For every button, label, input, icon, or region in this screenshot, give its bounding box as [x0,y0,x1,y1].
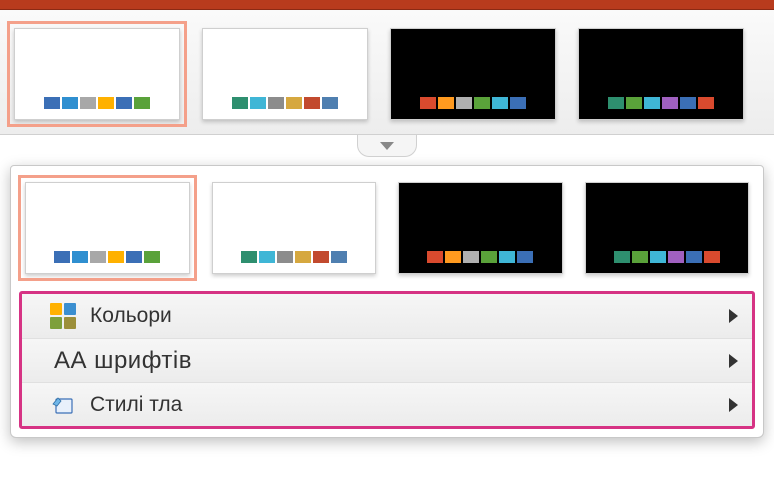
color-swatch [304,97,320,109]
color-swatch [481,251,497,263]
color-swatch [80,97,96,109]
ribbon-variant-0[interactable] [14,28,180,120]
chevron-right-icon [729,354,738,368]
menu-item-fonts-label: АА шрифтів [54,347,729,375]
color-swatch [492,97,508,109]
dropdown-variant-2[interactable] [398,182,563,274]
variants-expand-button[interactable] [357,135,417,157]
color-swatch [463,251,479,263]
color-swatch [90,251,106,263]
dropdown-variant-0[interactable] [25,182,190,274]
color-swatch [626,97,642,109]
color-swatch [98,97,114,109]
color-swatch-row [44,97,150,109]
color-swatch [427,251,443,263]
color-swatch [322,97,338,109]
color-swatch [614,251,630,263]
menu-item-colors-label: Кольори [90,304,729,328]
color-swatch [232,97,248,109]
variants-submenu-highlight: Кольори АА шрифтів Стилі тла [19,291,755,429]
color-swatch [644,97,660,109]
menu-item-bg-label: Стилі тла [90,393,729,417]
color-swatch [704,251,720,263]
color-swatch [134,97,150,109]
color-swatch-row [427,251,533,263]
color-swatch [680,97,696,109]
color-swatch [62,97,78,109]
colors-icon-swatch [50,303,62,315]
chevron-right-icon [729,309,738,323]
variants-dropdown-panel: Кольори АА шрифтів Стилі тла [10,165,764,438]
color-swatch-row [608,97,714,109]
color-swatch [116,97,132,109]
color-swatch [259,251,275,263]
ribbon-variant-1[interactable] [202,28,368,120]
color-swatch [108,251,124,263]
color-swatch [144,251,160,263]
ribbon-variant-2[interactable] [390,28,556,120]
chevron-down-icon [380,142,394,150]
color-swatch [44,97,60,109]
color-swatch-row [232,97,338,109]
app-title-bar [0,0,774,10]
color-swatch [268,97,284,109]
color-swatch [608,97,624,109]
color-swatch [331,251,347,263]
theme-variants-ribbon [0,10,774,135]
color-swatch [517,251,533,263]
color-swatch [456,97,472,109]
color-swatch [313,251,329,263]
chevron-right-icon [729,398,738,412]
dropdown-variant-1[interactable] [212,182,377,274]
color-swatch [650,251,666,263]
colors-icon-swatch [64,303,76,315]
color-swatch [668,251,684,263]
menu-item-background-styles[interactable]: Стилі тла [22,382,752,426]
color-swatch [510,97,526,109]
color-swatch [72,251,88,263]
dropdown-variants-row [11,166,763,288]
color-swatch-row [54,251,160,263]
color-swatch [698,97,714,109]
color-swatch-row [420,97,526,109]
colors-icon-swatch [64,317,76,329]
color-swatch [445,251,461,263]
color-swatch [662,97,678,109]
colors-icon [50,303,76,329]
color-swatch [499,251,515,263]
colors-icon-swatch [50,317,62,329]
color-swatch [420,97,436,109]
color-swatch-row [614,251,720,263]
color-swatch [54,251,70,263]
ribbon-variant-3[interactable] [578,28,744,120]
menu-item-colors[interactable]: Кольори [22,294,752,338]
color-swatch [241,251,257,263]
color-swatch [686,251,702,263]
menu-item-fonts[interactable]: АА шрифтів [22,338,752,382]
color-swatch [438,97,454,109]
dropdown-variant-3[interactable] [585,182,750,274]
color-swatch [474,97,490,109]
background-styles-icon [50,392,76,418]
color-swatch [286,97,302,109]
color-swatch [295,251,311,263]
color-swatch [277,251,293,263]
color-swatch [126,251,142,263]
variants-expand-row [0,135,774,159]
color-swatch [632,251,648,263]
color-swatch-row [241,251,347,263]
color-swatch [250,97,266,109]
